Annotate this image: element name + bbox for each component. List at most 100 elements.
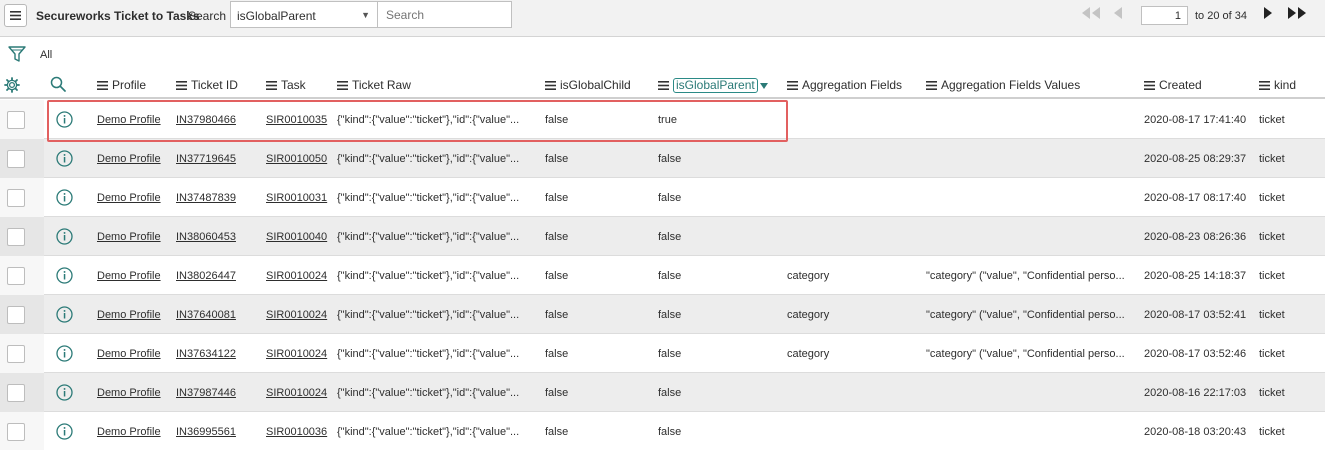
sort-descending-icon: [759, 82, 768, 89]
cell-task-link[interactable]: SIR0010024: [266, 309, 327, 321]
column-menu-icon[interactable]: [337, 80, 348, 90]
column-header-aggregation-fields-values[interactable]: Aggregation Fields Values: [926, 78, 1080, 92]
cell-ticket-id-link[interactable]: IN38026447: [176, 270, 236, 282]
column-menu-icon[interactable]: [266, 80, 277, 90]
column-menu-icon[interactable]: [545, 80, 556, 90]
table-row[interactable]: Demo Profile IN36995561 SIR0010036 {"kin…: [0, 412, 1325, 450]
cell-aggregation-fields-values: "category" ("value", "Confidential perso…: [926, 309, 1125, 321]
previous-page-button[interactable]: [1112, 6, 1124, 26]
table-row[interactable]: Demo Profile IN37719645 SIR0010050 {"kin…: [0, 139, 1325, 178]
list-title: Secureworks Ticket to Tasks: [36, 9, 200, 23]
column-header-task[interactable]: Task: [266, 78, 306, 92]
cell-ticket-id-link[interactable]: IN37634122: [176, 348, 236, 360]
info-icon[interactable]: [56, 384, 73, 401]
info-icon[interactable]: [56, 228, 73, 245]
cell-task-link[interactable]: SIR0010024: [266, 387, 327, 399]
cell-task-link[interactable]: SIR0010024: [266, 348, 327, 360]
table-row[interactable]: Demo Profile IN37987446 SIR0010024 {"kin…: [0, 373, 1325, 412]
table-row[interactable]: Demo Profile IN38060453 SIR0010040 {"kin…: [0, 217, 1325, 256]
hamburger-icon: [10, 11, 21, 20]
column-menu-icon[interactable]: [1259, 80, 1270, 90]
cell-kind: ticket: [1259, 426, 1285, 438]
cell-task-link[interactable]: SIR0010035: [266, 114, 327, 126]
column-menu-icon[interactable]: [926, 80, 937, 90]
row-checkbox[interactable]: [7, 384, 25, 402]
column-menu-icon[interactable]: [658, 81, 669, 90]
cell-profile-link[interactable]: Demo Profile: [97, 270, 161, 282]
info-icon[interactable]: [56, 306, 73, 323]
column-header-is-global-parent[interactable]: isGlobalParent: [658, 78, 768, 93]
column-header-ticket-id[interactable]: Ticket ID: [176, 78, 238, 92]
column-menu-icon[interactable]: [787, 80, 798, 90]
cell-is-global-parent: false: [658, 309, 682, 321]
cell-ticket-id-link[interactable]: IN37980466: [176, 114, 236, 126]
cell-ticket-id-link[interactable]: IN38060453: [176, 231, 236, 243]
table-row[interactable]: Demo Profile IN37980466 SIR0010035 {"kin…: [0, 100, 1325, 139]
cell-profile-link[interactable]: Demo Profile: [97, 348, 161, 360]
info-icon[interactable]: [56, 267, 73, 284]
row-checkbox[interactable]: [7, 228, 25, 246]
info-icon[interactable]: [56, 150, 73, 167]
cell-ticket-id-link[interactable]: IN36995561: [176, 426, 236, 438]
cell-is-global-child: false: [545, 192, 569, 204]
table-row[interactable]: Demo Profile IN38026447 SIR0010024 {"kin…: [0, 256, 1325, 295]
cell-ticket-id-link[interactable]: IN37640081: [176, 309, 236, 321]
last-page-button[interactable]: [1286, 6, 1310, 26]
row-checkbox[interactable]: [7, 423, 25, 441]
column-header-aggregation-fields[interactable]: Aggregation Fields: [787, 78, 902, 92]
table-row[interactable]: Demo Profile IN37487839 SIR0010031 {"kin…: [0, 178, 1325, 217]
gear-icon[interactable]: [4, 77, 20, 93]
info-icon[interactable]: [56, 189, 73, 206]
filter-breadcrumb-all[interactable]: All: [40, 49, 52, 61]
first-page-button[interactable]: [1080, 6, 1102, 26]
column-header-ticket-raw[interactable]: Ticket Raw: [337, 78, 411, 92]
row-checkbox[interactable]: [7, 150, 25, 168]
context-menu-button[interactable]: [4, 4, 27, 27]
column-header-profile[interactable]: Profile: [97, 78, 146, 92]
cell-is-global-child: false: [545, 387, 569, 399]
cell-profile-link[interactable]: Demo Profile: [97, 231, 161, 243]
cell-created: 2020-08-17 08:17:40: [1144, 192, 1247, 204]
table-row[interactable]: Demo Profile IN37640081 SIR0010024 {"kin…: [0, 295, 1325, 334]
cell-profile-link[interactable]: Demo Profile: [97, 309, 161, 321]
cell-profile-link[interactable]: Demo Profile: [97, 153, 161, 165]
column-menu-icon[interactable]: [97, 80, 108, 90]
row-checkbox[interactable]: [7, 345, 25, 363]
column-header-created[interactable]: Created: [1144, 78, 1202, 92]
cell-ticket-id-link[interactable]: IN37487839: [176, 192, 236, 204]
cell-task-link[interactable]: SIR0010024: [266, 270, 327, 282]
page-number-input[interactable]: [1141, 6, 1188, 25]
column-menu-icon[interactable]: [176, 80, 187, 90]
cell-profile-link[interactable]: Demo Profile: [97, 114, 161, 126]
cell-ticket-id-link[interactable]: IN37987446: [176, 387, 236, 399]
row-checkbox[interactable]: [7, 189, 25, 207]
column-label: isGlobalParent: [673, 78, 758, 93]
search-field-select[interactable]: isGlobalParent ▼: [230, 1, 378, 28]
info-icon[interactable]: [56, 111, 73, 128]
column-header-kind[interactable]: kind: [1259, 78, 1296, 92]
row-checkbox[interactable]: [7, 111, 25, 129]
cell-profile-link[interactable]: Demo Profile: [97, 426, 161, 438]
row-checkbox[interactable]: [7, 267, 25, 285]
cell-profile-link[interactable]: Demo Profile: [97, 192, 161, 204]
cell-kind: ticket: [1259, 270, 1285, 282]
cell-ticket-id-link[interactable]: IN37719645: [176, 153, 236, 165]
cell-task-link[interactable]: SIR0010031: [266, 192, 327, 204]
cell-task-link[interactable]: SIR0010036: [266, 426, 327, 438]
cell-created: 2020-08-25 08:29:37: [1144, 153, 1247, 165]
search-input[interactable]: [377, 1, 512, 28]
search-icon[interactable]: [50, 76, 66, 92]
search-field-value: isGlobalParent: [237, 9, 316, 23]
next-page-button[interactable]: [1262, 6, 1274, 26]
row-checkbox[interactable]: [7, 306, 25, 324]
cell-task-link[interactable]: SIR0010040: [266, 231, 327, 243]
cell-kind: ticket: [1259, 192, 1285, 204]
column-menu-icon[interactable]: [1144, 80, 1155, 90]
info-icon[interactable]: [56, 423, 73, 440]
table-row[interactable]: Demo Profile IN37634122 SIR0010024 {"kin…: [0, 334, 1325, 373]
cell-profile-link[interactable]: Demo Profile: [97, 387, 161, 399]
column-header-is-global-child[interactable]: isGlobalChild: [545, 78, 631, 92]
info-icon[interactable]: [56, 345, 73, 362]
cell-task-link[interactable]: SIR0010050: [266, 153, 327, 165]
filter-icon[interactable]: [8, 45, 26, 63]
